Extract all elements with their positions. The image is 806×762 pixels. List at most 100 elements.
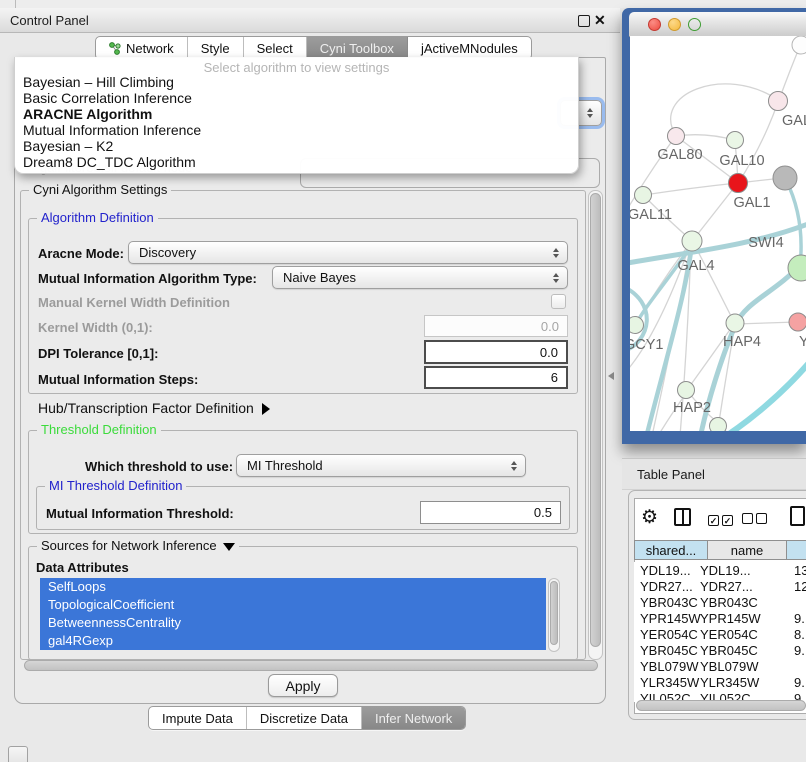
network-canvas[interactable]: GAL GAL80 GAL10 GAL1 GAL11 GAL4 SWI4 GCY…: [630, 36, 806, 431]
attributes-list-scrollbar-thumb[interactable]: [550, 581, 558, 645]
node-gcy1[interactable]: [630, 317, 644, 334]
mac-close-button[interactable]: [648, 18, 661, 31]
column-header-shared-name-label: shared...: [646, 543, 697, 558]
column-header-name[interactable]: name: [707, 540, 787, 560]
cell-name: YDL19...: [700, 563, 751, 578]
list-item-topological[interactable]: TopologicalCoefficient: [40, 596, 546, 614]
unselect-all-checks-icon[interactable]: [742, 512, 770, 527]
attributes-list-scrollbar[interactable]: [548, 578, 560, 652]
node-gal-partial[interactable]: [769, 92, 788, 111]
cell-shared: YBL079W: [640, 659, 699, 674]
settings-vertical-scrollbar[interactable]: [588, 190, 603, 660]
application-screen: Control Panel ✕ Network Style Select Cyn…: [0, 0, 806, 762]
table-horizontal-scrollbar[interactable]: [636, 700, 806, 711]
settings-horizontal-scrollbar-thumb[interactable]: [24, 660, 598, 671]
cell-value: 9.: [794, 643, 805, 658]
cell-name: YBR043C: [700, 595, 758, 610]
node-hap2[interactable]: [678, 382, 695, 399]
mi-algorithm-type-value: Naive Bayes: [283, 270, 356, 285]
node-gal11[interactable]: [635, 187, 652, 204]
tab-select[interactable]: Select: [244, 37, 307, 59]
popup-item-basic-correlation[interactable]: Basic Correlation Inference: [23, 90, 192, 106]
node-bottom-partial[interactable]: [710, 418, 727, 432]
cell-name: YBR045C: [700, 643, 758, 658]
tab-jactivemnodules[interactable]: jActiveMNodules: [408, 37, 531, 59]
combo-arrows-icon: [553, 273, 559, 283]
splitter-collapse-icon[interactable]: [608, 372, 614, 380]
aracne-mode-combo[interactable]: Discovery: [128, 241, 568, 264]
tab-infer-network[interactable]: Infer Network: [362, 707, 465, 729]
label-gal-partial: GAL: [782, 113, 806, 129]
apply-button[interactable]: Apply: [268, 674, 338, 697]
popup-item-bayesian-hill-climbing[interactable]: Bayesian – Hill Climbing: [23, 74, 174, 90]
label-y-partial: Y: [799, 334, 806, 350]
dpi-tolerance-label: DPI Tolerance [0,1]:: [38, 346, 158, 361]
select-all-checks-icon[interactable]: ✓✓: [708, 512, 736, 527]
mi-algorithm-type-label: Mutual Information Algorithm Type:: [38, 271, 257, 286]
settings-vertical-scrollbar-thumb[interactable]: [590, 193, 601, 647]
popup-item-aracne[interactable]: ARACNE Algorithm: [23, 106, 152, 122]
cell-name: YDR27...: [700, 579, 753, 594]
combo-arrows-icon: [553, 248, 559, 258]
algorithm-definition-title: Algorithm Definition: [37, 210, 158, 225]
dpi-tolerance-field[interactable]: 0.0: [424, 340, 568, 364]
popup-item-dream8[interactable]: Dream8 DC_TDC Algorithm: [23, 154, 196, 170]
cell-shared: YPR145W: [640, 611, 701, 626]
cell-name: YER054C: [700, 627, 758, 642]
cell-value: 9.: [794, 675, 805, 690]
tab-style[interactable]: Style: [188, 37, 244, 59]
checked-box-icon: ✓: [708, 515, 719, 526]
cell-shared: YLR345W: [640, 675, 699, 690]
cell-name: YLR345W: [700, 675, 759, 690]
tab-network-label: Network: [126, 41, 174, 56]
control-panel-title: Control Panel: [10, 13, 89, 28]
node-gal4[interactable]: [682, 231, 702, 251]
mi-steps-label: Mutual Information Steps:: [38, 372, 198, 387]
tab-discretize-data[interactable]: Discretize Data: [247, 707, 362, 729]
kernel-width-field[interactable]: 0.0: [424, 315, 568, 337]
network-graph: GAL GAL80 GAL10 GAL1 GAL11 GAL4 SWI4 GCY…: [630, 36, 806, 431]
list-item-selfloops[interactable]: SelfLoops: [40, 578, 546, 596]
hub-section-header[interactable]: Hub/Transcription Factor Definition: [38, 400, 270, 416]
split-columns-icon[interactable]: [674, 508, 691, 526]
node-gal1[interactable]: [729, 174, 748, 193]
mac-zoom-button[interactable]: [688, 18, 701, 31]
network-tab-icon: [109, 42, 121, 55]
float-panel-icon[interactable]: [578, 15, 590, 27]
tab-cyni-toolbox[interactable]: Cyni Toolbox: [307, 37, 408, 59]
label-swi4: SWI4: [748, 235, 783, 251]
sources-group-label: Sources for Network Inference: [41, 538, 217, 553]
table-panel-titlebar: Table Panel: [622, 458, 806, 490]
node-gal10[interactable]: [727, 132, 744, 149]
node-gray[interactable]: [773, 166, 797, 190]
kernel-width-value: 0.0: [541, 319, 559, 334]
node-y-partial[interactable]: [789, 313, 806, 331]
mac-minimize-button[interactable]: [668, 18, 681, 31]
tab-impute-data[interactable]: Impute Data: [149, 707, 247, 729]
popup-item-bayesian-k2[interactable]: Bayesian – K2: [23, 138, 113, 154]
gear-icon[interactable]: ⚙: [641, 506, 658, 529]
list-item-betweenness[interactable]: BetweennessCentrality: [40, 614, 546, 632]
node-hap4[interactable]: [726, 314, 744, 332]
which-threshold-combo[interactable]: MI Threshold: [236, 454, 526, 477]
node-gal80[interactable]: [668, 128, 685, 145]
panel-corner-button[interactable]: [8, 746, 28, 762]
mi-steps-field[interactable]: 6: [424, 366, 568, 389]
apply-button-label: Apply: [285, 678, 320, 694]
list-item-gal4rgexp[interactable]: gal4RGexp: [40, 632, 546, 650]
popup-item-mutual-information[interactable]: Mutual Information Inference: [23, 122, 201, 138]
manual-kernel-checkbox[interactable]: [551, 294, 566, 309]
collapse-down-icon: [223, 543, 235, 551]
column-header-partial[interactable]: [786, 540, 806, 560]
close-panel-icon[interactable]: ✕: [594, 12, 606, 29]
mi-algorithm-type-combo[interactable]: Naive Bayes: [272, 266, 568, 289]
node-unlabeled[interactable]: [792, 36, 806, 54]
tab-network[interactable]: Network: [96, 37, 188, 59]
document-icon-partial[interactable]: [790, 506, 805, 526]
cell-shared: YDL19...: [640, 563, 691, 578]
mi-threshold-field[interactable]: 0.5: [420, 501, 561, 524]
column-header-shared-name[interactable]: shared...: [634, 540, 708, 560]
table-horizontal-scrollbar-thumb[interactable]: [636, 700, 806, 711]
settings-horizontal-scrollbar[interactable]: [22, 660, 600, 671]
sources-group-title[interactable]: Sources for Network Inference: [37, 538, 239, 553]
